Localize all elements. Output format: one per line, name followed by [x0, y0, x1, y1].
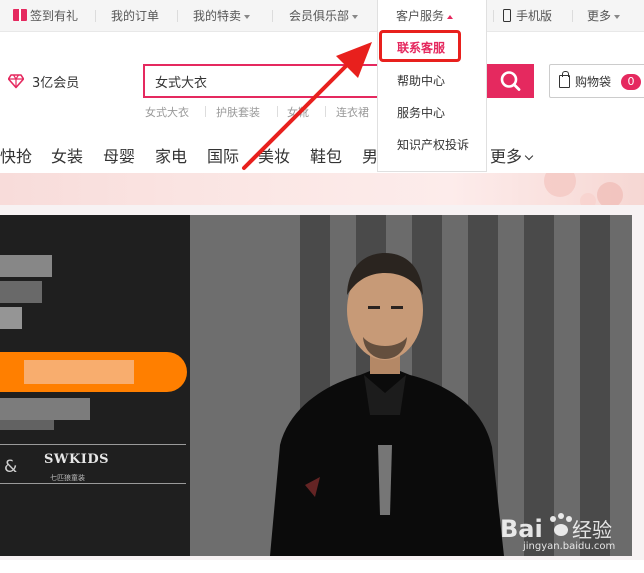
nav-item[interactable]: 男 — [362, 143, 378, 167]
blurred-text — [0, 255, 52, 277]
blurred-text — [0, 307, 22, 329]
checkin-link[interactable]: 签到有礼 — [13, 0, 78, 32]
divider — [205, 106, 206, 117]
promo-banner-strip[interactable] — [0, 165, 644, 209]
chevron-down-icon — [244, 14, 251, 19]
flower-decoration — [544, 165, 623, 209]
search-icon — [500, 71, 521, 91]
more-menu[interactable]: 更多 — [587, 0, 621, 32]
diamond-icon — [8, 74, 24, 89]
blurred-text — [24, 360, 134, 384]
blurred-text — [0, 281, 42, 303]
orders-link[interactable]: 我的订单 — [111, 0, 159, 32]
cart-button[interactable]: 购物袋 0 — [549, 64, 644, 98]
phone-icon — [503, 9, 511, 22]
search-button[interactable] — [486, 64, 534, 98]
member-count: 3亿会员 — [32, 76, 80, 91]
divider — [572, 10, 573, 22]
service-center-item[interactable]: 服务中心 — [397, 104, 445, 121]
gift-icon — [13, 9, 27, 21]
cart-count-badge: 0 — [621, 74, 641, 90]
divider — [0, 444, 186, 445]
nav-item[interactable]: 母婴 — [103, 143, 135, 167]
nav-item[interactable]: 快抢 — [0, 143, 32, 167]
svg-text:经验: 经验 — [572, 518, 612, 542]
hot-keyword[interactable]: 连衣裙 — [336, 104, 369, 120]
model-photo — [270, 253, 504, 556]
hot-keyword[interactable]: 女式大衣 — [145, 104, 189, 120]
divider — [493, 10, 494, 22]
chevron-down-icon — [614, 14, 621, 19]
nav-item[interactable]: 女装 — [51, 143, 83, 167]
hot-keyword[interactable]: 护肤套装 — [216, 104, 260, 120]
highlight-box — [379, 30, 461, 62]
chevron-down-icon — [352, 14, 359, 19]
svg-text:Bai: Bai — [500, 515, 543, 543]
chevron-down-icon — [524, 151, 534, 161]
cart-label: 购物袋 — [575, 75, 612, 89]
blurred-text — [0, 398, 90, 420]
divider — [272, 10, 273, 22]
club-menu[interactable]: 会员俱乐部 — [289, 0, 359, 32]
hot-keyword[interactable]: 女靴 — [287, 104, 309, 120]
blurred-text — [0, 420, 54, 430]
divider — [277, 106, 278, 117]
brand-logo-text: SWKIDS — [44, 452, 110, 467]
ip-complaint-item[interactable]: 知识产权投诉 — [397, 136, 469, 153]
customer-service-menu[interactable]: 客户服务 — [377, 0, 487, 33]
nav-item[interactable]: 鞋包 — [310, 143, 342, 167]
baidu-jingyan-watermark: Bai 经验 — [500, 513, 612, 543]
specials-menu[interactable]: 我的特卖 — [193, 0, 251, 32]
divider — [95, 10, 96, 22]
ampersand: & — [4, 457, 18, 477]
nav-more[interactable]: 更多 — [490, 143, 534, 167]
chevron-up-icon — [447, 14, 454, 19]
shopping-bag-icon — [559, 71, 570, 88]
divider — [0, 483, 186, 484]
nav-item[interactable]: 国际 — [207, 143, 239, 167]
mobile-link[interactable]: 手机版 — [503, 0, 552, 32]
promo-pill[interactable] — [0, 352, 187, 392]
brand-subtitle: 七匹狼童装 — [50, 474, 85, 482]
top-bar: 签到有礼 我的订单 我的特卖 会员俱乐部 手机版 更多 — [0, 0, 644, 32]
help-center-item[interactable]: 帮助中心 — [397, 72, 445, 89]
nav-item[interactable]: 家电 — [155, 143, 187, 167]
nav-item[interactable]: 美妆 — [258, 143, 290, 167]
divider — [325, 106, 326, 117]
divider — [177, 10, 178, 22]
